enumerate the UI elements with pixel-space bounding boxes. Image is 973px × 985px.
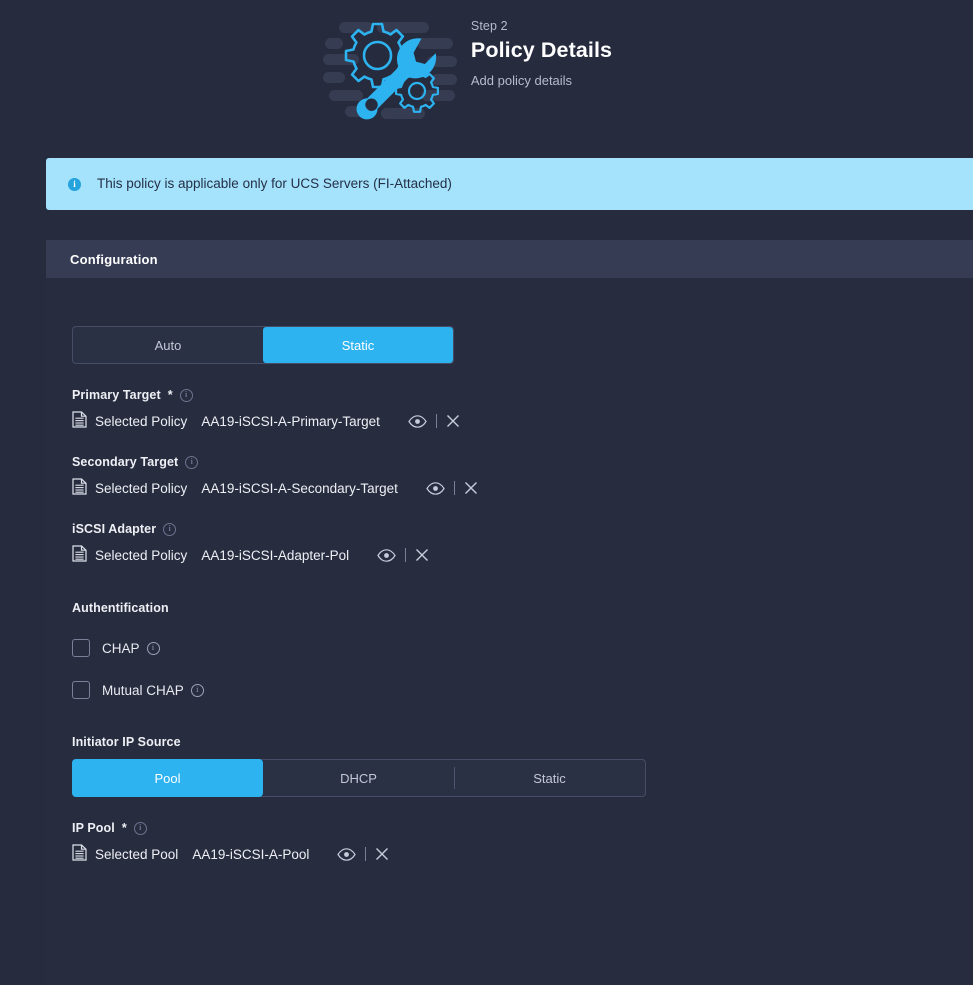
initiator-ip-source-title: Initiator IP Source — [72, 735, 181, 749]
close-icon[interactable] — [464, 481, 478, 495]
info-icon: i — [68, 177, 81, 191]
authentication-title: Authentification — [72, 601, 169, 615]
selected-kind-label: Selected Pool — [95, 846, 179, 862]
info-icon[interactable]: i — [163, 522, 177, 536]
info-icon[interactable]: i — [179, 388, 193, 402]
selected-policy-row: Selected Policy AA19-iSCSI-A-Secondary-T… — [72, 478, 973, 498]
selected-pool-value: AA19-iSCSI-A-Pool — [192, 846, 310, 862]
action-divider — [435, 414, 437, 428]
policy-document-icon — [72, 844, 87, 864]
close-icon[interactable] — [415, 548, 429, 562]
ip-source-option-dhcp[interactable]: DHCP — [263, 760, 454, 796]
required-marker: * — [167, 388, 173, 402]
action-divider — [405, 548, 407, 562]
ip-source-option-static[interactable]: Static — [454, 760, 645, 796]
action-divider — [365, 847, 367, 861]
field-ip-pool: IP Pool * i Selected Pool AA19-iSCSI-A-P… — [72, 821, 973, 864]
chap-checkbox[interactable] — [72, 639, 90, 657]
mode-toggle[interactable]: Auto Static — [72, 326, 454, 364]
policy-document-icon — [72, 478, 87, 498]
eye-icon[interactable] — [426, 481, 445, 495]
page-subtitle: Add policy details — [470, 73, 573, 88]
policy-document-icon — [72, 545, 87, 565]
policy-document-icon — [72, 411, 87, 431]
initiator-ip-source-toggle[interactable]: Pool DHCP Static — [72, 759, 646, 797]
info-icon[interactable]: i — [146, 641, 160, 655]
close-icon[interactable] — [375, 847, 389, 861]
configuration-section-header: Configuration — [46, 240, 973, 278]
step-label: Step 2 — [470, 19, 508, 33]
required-marker: * — [121, 821, 127, 835]
field-primary-target: Primary Target * i Selected Policy AA19-… — [72, 388, 973, 431]
info-banner-text: This policy is applicable only for UCS S… — [97, 176, 452, 191]
selected-policy-row: Selected Policy AA19-iSCSI-Adapter-Pol — [72, 545, 973, 565]
selected-kind-label: Selected Policy — [95, 480, 188, 496]
checkbox-row-mutual-chap: Mutual CHAP i — [72, 681, 973, 699]
field-iscsi-adapter: iSCSI Adapter i Selected Policy AA19-iSC… — [72, 522, 973, 565]
info-icon[interactable]: i — [185, 455, 199, 469]
gear-wrench-illustration — [321, 10, 461, 130]
field-label-iscsi-adapter: iSCSI Adapter i — [72, 522, 973, 536]
configuration-form: Auto Static Primary Target * i Selected … — [46, 278, 973, 985]
close-icon[interactable] — [446, 414, 460, 428]
mode-toggle-option-static[interactable]: Static — [263, 327, 453, 363]
info-icon[interactable]: i — [190, 683, 204, 697]
mutual-chap-label: Mutual CHAP — [102, 682, 184, 698]
action-divider — [453, 481, 455, 495]
eye-icon[interactable] — [377, 548, 396, 562]
page-header: Step 2 Policy Details Add policy details — [0, 0, 973, 130]
field-label-primary-target: Primary Target * i — [72, 388, 973, 402]
chap-label: CHAP — [102, 640, 140, 656]
field-label-text: Primary Target — [72, 388, 161, 402]
selected-pool-row: Selected Pool AA19-iSCSI-A-Pool — [72, 844, 973, 864]
selected-policy-value: AA19-iSCSI-Adapter-Pol — [201, 547, 350, 563]
info-icon[interactable]: i — [133, 821, 147, 835]
selected-kind-label: Selected Policy — [95, 547, 188, 563]
ip-source-option-pool[interactable]: Pool — [72, 759, 263, 797]
info-banner: i This policy is applicable only for UCS… — [46, 158, 973, 210]
selected-policy-value: AA19-iSCSI-A-Primary-Target — [201, 413, 380, 429]
checkbox-row-chap: CHAP i — [72, 639, 973, 657]
page-title: Policy Details — [470, 38, 613, 62]
selected-policy-value: AA19-iSCSI-A-Secondary-Target — [201, 480, 398, 496]
selected-policy-row: Selected Policy AA19-iSCSI-A-Primary-Tar… — [72, 411, 973, 431]
mutual-chap-checkbox[interactable] — [72, 681, 90, 699]
field-label-text: Secondary Target — [72, 455, 179, 469]
section-title: Configuration — [70, 251, 158, 267]
mode-toggle-option-auto[interactable]: Auto — [73, 327, 263, 363]
field-label-text: IP Pool — [72, 821, 115, 835]
eye-icon[interactable] — [337, 847, 357, 861]
selected-kind-label: Selected Policy — [95, 413, 188, 429]
field-label-ip-pool: IP Pool * i — [72, 821, 973, 835]
field-secondary-target: Secondary Target i Selected Policy AA19-… — [72, 455, 973, 498]
field-label-secondary-target: Secondary Target i — [72, 455, 973, 469]
eye-icon[interactable] — [408, 414, 427, 428]
field-label-text: iSCSI Adapter — [72, 522, 157, 536]
